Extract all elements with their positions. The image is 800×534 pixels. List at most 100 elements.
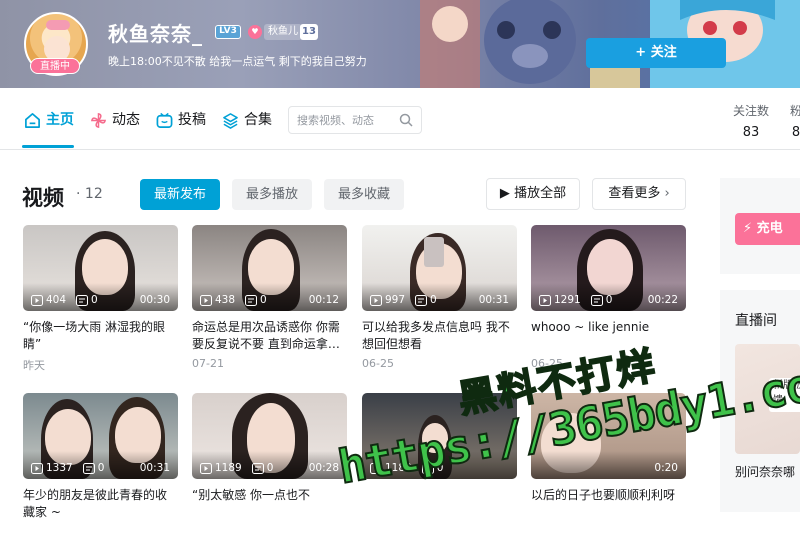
medal-icon: ♥ [248, 25, 262, 39]
tab-uploads[interactable]: 投稿 [156, 110, 206, 130]
profile-banner: 直播中 秋鱼奈奈_ LV3 ♥ 秋鱼儿 13 晚上18:00不见不散 给我一点运… [0, 0, 800, 88]
play-all-label: 播放全部 [514, 186, 567, 201]
charge-button[interactable]: ⚡ 充电 [735, 213, 800, 245]
play-count: 1337 [46, 462, 73, 474]
video-thumbnail[interactable]: 1291 0 00:22 [531, 225, 686, 311]
following-label: 关注数 [733, 104, 770, 118]
fans-stat[interactable]: 粉 8 [790, 102, 800, 140]
live-room-thumbnail[interactable]: 新版 反馈 [735, 344, 800, 454]
play-count-icon [200, 294, 212, 306]
video-thumbnail[interactable]: 0:20 [531, 393, 686, 479]
pinwheel-icon [90, 112, 107, 128]
live-badge-label: 直播中 [40, 61, 70, 72]
home-icon [25, 112, 40, 128]
video-stats: 1189 0 00:28 [200, 462, 339, 474]
tab-home[interactable]: 主页 [24, 110, 74, 130]
video-thumbnail[interactable]: 404 0 00:30 [23, 225, 178, 311]
following-count: 83 [742, 125, 760, 140]
fans-label: 粉 [790, 104, 800, 118]
see-more-label: 查看更多 [608, 186, 661, 201]
video-stats: 438 0 00:12 [200, 294, 339, 306]
play-count-icon [31, 462, 43, 474]
video-title[interactable]: 年少的朋友是彼此青春的收藏家 ~ [23, 487, 178, 521]
fan-medal-name[interactable]: 秋鱼儿 [264, 24, 302, 40]
danmaku-count: 0 [266, 462, 274, 474]
play-count: 404 [46, 294, 67, 306]
tab-collections[interactable]: 合集 [222, 110, 272, 130]
play-icon: ▶ [499, 186, 510, 201]
tab-uploads-label: 投稿 [178, 112, 206, 128]
user-signature: 晚上18:00不见不散 给我一点运气 剩下的我自己努力 [108, 55, 367, 68]
video-card[interactable]: 1337 0 00:31 年少的朋友是彼此青春的收藏家 ~ [23, 393, 178, 521]
video-thumbnail[interactable]: 997 0 00:31 [362, 225, 517, 311]
danmaku-icon [415, 294, 428, 306]
danmaku-icon [421, 462, 434, 474]
play-count-icon [539, 294, 551, 306]
play-count-icon [370, 462, 382, 474]
video-stats: 997 0 00:31 [370, 294, 509, 306]
video-title[interactable]: 可以给我多发点信息吗 我不想回但想看 [362, 319, 517, 353]
profile-nav: 主页 动态 投稿 合集 关注数 83 粉 8 [0, 88, 800, 150]
video-title[interactable]: “别太敏感 你一点也不 [192, 487, 347, 521]
level-badge: LV3 [215, 25, 241, 39]
play-count-icon [200, 462, 212, 474]
video-duration: 00:31 [139, 462, 170, 474]
live-badge[interactable]: 直播中 [30, 58, 80, 74]
sort-most-played-tab[interactable]: 最多播放 [232, 179, 312, 210]
search-input[interactable] [297, 107, 397, 133]
video-date: 昨天 [23, 359, 45, 372]
danmaku-icon [76, 294, 89, 306]
tab-collections-label: 合集 [244, 112, 272, 128]
sort-most-favorited-tab[interactable]: 最多收藏 [324, 179, 404, 210]
video-thumbnail[interactable]: 1180 0 [362, 393, 517, 479]
play-count: 1291 [554, 294, 581, 306]
videos-heading: 视频 [22, 186, 64, 210]
lightning-icon: ⚡ [743, 221, 753, 236]
video-date: 07-21 [192, 357, 224, 370]
chevron-right-icon: › [664, 186, 670, 201]
video-duration: 00:31 [478, 294, 509, 306]
danmaku-icon [590, 294, 603, 306]
space-search [288, 106, 422, 134]
video-card[interactable]: 1189 0 00:28 “别太敏感 你一点也不 [192, 393, 347, 521]
video-thumbnail[interactable]: 1337 0 00:31 [23, 393, 178, 479]
follow-button[interactable]: + 关注 [586, 38, 726, 68]
play-count: 438 [215, 294, 236, 306]
video-card[interactable]: 404 0 00:30 “你像一场大雨 淋湿我的眼睛” 昨天 [23, 225, 178, 373]
play-count-icon [31, 294, 43, 306]
charge-label: 充电 [756, 221, 783, 236]
video-title[interactable]: 命运总是用次品诱惑你 你需要反复说不要 直到命运拿… [192, 319, 347, 353]
live-room-title: 直播间 [735, 313, 777, 329]
video-card[interactable]: 438 0 00:12 命运总是用次品诱惑你 你需要反复说不要 直到命运拿… 0… [192, 225, 347, 370]
video-title[interactable]: whooo ~ like jennie [531, 319, 686, 353]
following-stat[interactable]: 关注数 83 [733, 102, 769, 140]
video-thumbnail[interactable]: 438 0 00:12 [192, 225, 347, 311]
fan-medal-level: 13 [300, 24, 318, 40]
video-stats: 1180 0 [370, 462, 509, 474]
video-card[interactable]: 1291 0 00:22 whooo ~ like jennie 06-25 [531, 225, 686, 370]
tv-icon [156, 112, 173, 128]
play-count: 997 [385, 294, 406, 306]
danmaku-count: 0 [430, 294, 437, 306]
tab-dynamic[interactable]: 动态 [90, 110, 140, 130]
video-date: 06-25 [531, 357, 563, 370]
video-duration: 0:20 [654, 462, 678, 474]
video-stats: 0:20 [539, 462, 678, 474]
video-card[interactable]: 0:20 以后的日子也要顺顺利利呀 [531, 393, 686, 521]
search-icon[interactable] [399, 113, 413, 127]
username: 秋鱼奈奈_ [108, 22, 203, 46]
play-all-button[interactable]: ▶ 播放全部 [486, 178, 580, 210]
videos-count: · 12 [76, 186, 103, 202]
video-title[interactable]: “你像一场大雨 淋湿我的眼睛” [23, 319, 178, 353]
live-room-caption[interactable]: 别问奈奈哪 [735, 463, 795, 480]
see-more-button[interactable]: 查看更多 › [592, 178, 686, 210]
sort-latest-tab[interactable]: 最新发布 [140, 179, 220, 210]
video-thumbnail[interactable]: 1189 0 00:28 [192, 393, 347, 479]
video-title[interactable]: 以后的日子也要顺顺利利呀 [531, 487, 686, 521]
video-card[interactable]: 997 0 00:31 可以给我多发点信息吗 我不想回但想看 06-25 [362, 225, 517, 370]
danmaku-count: 0 [436, 462, 444, 474]
video-duration: 00:12 [308, 294, 339, 306]
videos-count-number: 12 [84, 186, 103, 202]
danmaku-icon [82, 462, 95, 474]
video-card[interactable]: 1180 0 [362, 393, 517, 479]
